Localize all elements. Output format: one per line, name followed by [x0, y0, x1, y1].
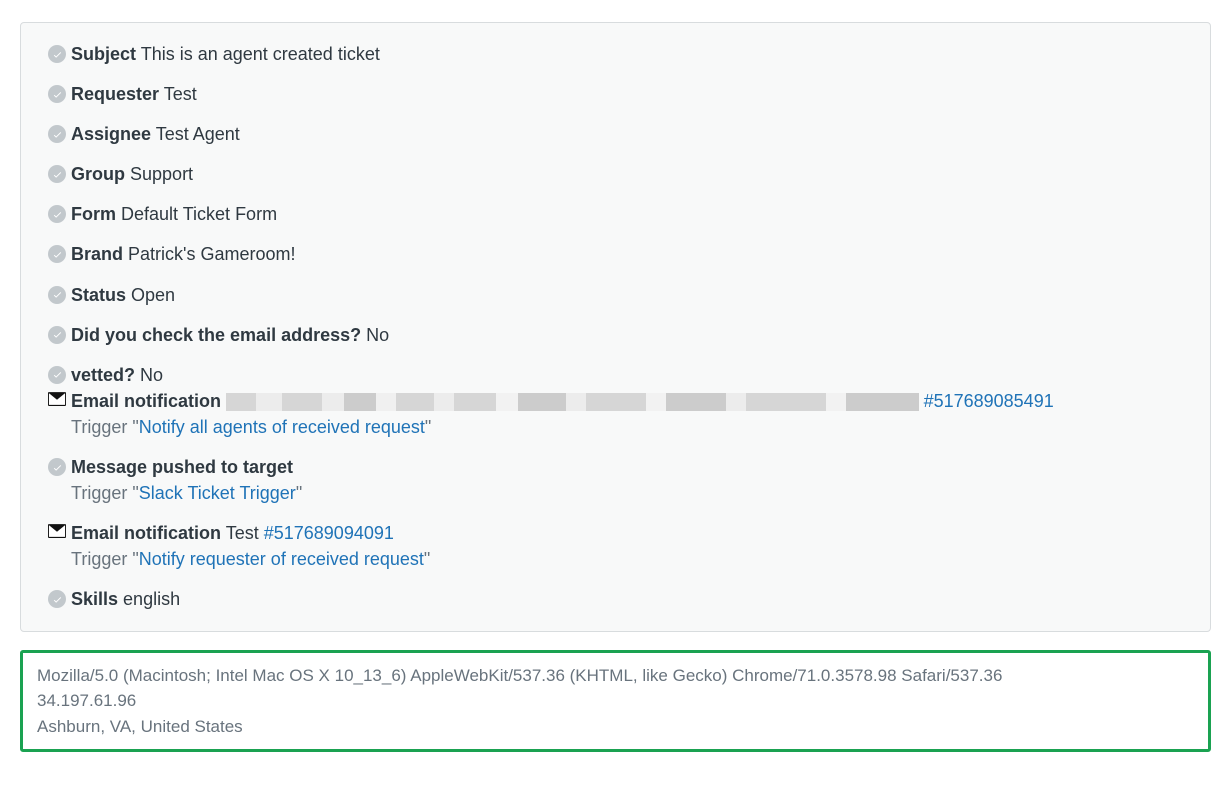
event-label: Brand — [71, 244, 123, 264]
trigger-prefix: Trigger " — [71, 549, 139, 569]
ticket-id-link-2[interactable]: #517689094091 — [264, 523, 394, 543]
event-field-row: Requester Test — [43, 81, 1188, 107]
mail-icon — [48, 524, 66, 538]
event-label: Status — [71, 285, 126, 305]
event-email-notification-1: Email notification #517689085491 Trigger… — [43, 388, 1188, 440]
event-value: Test — [226, 523, 259, 543]
check-icon — [48, 205, 66, 223]
event-field-row: Subject This is an agent created ticket — [43, 41, 1188, 67]
event-label: Form — [71, 204, 116, 224]
check-icon — [48, 245, 66, 263]
trigger-suffix: " — [296, 483, 302, 503]
event-value: Test — [164, 84, 197, 104]
event-label: Message pushed to target — [71, 457, 293, 477]
event-label: Requester — [71, 84, 159, 104]
ticket-id-link-1[interactable]: #517689085491 — [924, 391, 1054, 411]
event-value: Open — [131, 285, 175, 305]
event-label: Subject — [71, 44, 136, 64]
check-icon — [48, 590, 66, 608]
event-value: english — [123, 589, 180, 609]
trigger-suffix: " — [425, 417, 431, 437]
event-label: Email notification — [71, 391, 221, 411]
event-field-row: Brand Patrick's Gameroom! — [43, 241, 1188, 267]
trigger-link-notify-all-agents[interactable]: Notify all agents of received request — [139, 417, 425, 437]
event-field-row: Form Default Ticket Form — [43, 201, 1188, 227]
event-field-row: Assignee Test Agent — [43, 121, 1188, 147]
event-label: Group — [71, 164, 125, 184]
event-label: Email notification — [71, 523, 221, 543]
trigger-suffix: " — [424, 549, 430, 569]
trigger-link-slack[interactable]: Slack Ticket Trigger — [139, 483, 296, 503]
trigger-prefix: Trigger " — [71, 483, 139, 503]
event-value: Default Ticket Form — [121, 204, 277, 224]
trigger-link-notify-requester[interactable]: Notify requester of received request — [139, 549, 424, 569]
request-meta-box: Mozilla/5.0 (Macintosh; Intel Mac OS X 1… — [20, 650, 1211, 753]
event-value: No — [366, 325, 389, 345]
event-label: Skills — [71, 589, 118, 609]
check-icon — [48, 326, 66, 344]
event-email-notification-2: Email notification Test #517689094091 Tr… — [43, 520, 1188, 572]
event-value: Test Agent — [156, 124, 240, 144]
check-icon — [48, 85, 66, 103]
mail-icon — [48, 392, 66, 406]
event-field-row: Group Support — [43, 161, 1188, 187]
check-icon — [48, 458, 66, 476]
check-icon — [48, 165, 66, 183]
redacted-recipients — [226, 393, 919, 411]
event-field-row: Status Open — [43, 282, 1188, 308]
event-value: Support — [130, 164, 193, 184]
ip-address-text: 34.197.61.96 — [37, 688, 1194, 714]
event-label: Assignee — [71, 124, 151, 144]
location-text: Ashburn, VA, United States — [37, 714, 1194, 740]
event-value: Patrick's Gameroom! — [128, 244, 295, 264]
check-icon — [48, 45, 66, 63]
event-label: Did you check the email address? — [71, 325, 361, 345]
event-field-row: Did you check the email address? No — [43, 322, 1188, 348]
event-skills: Skills english — [43, 586, 1188, 612]
check-icon — [48, 366, 66, 384]
ticket-audit-panel: Subject This is an agent created ticket R… — [20, 22, 1211, 632]
trigger-prefix: Trigger " — [71, 417, 139, 437]
event-field-row: vetted? No — [43, 362, 1188, 388]
event-label: vetted? — [71, 365, 135, 385]
check-icon — [48, 286, 66, 304]
event-value: No — [140, 365, 163, 385]
check-icon — [48, 125, 66, 143]
event-message-pushed: Message pushed to target Trigger "Slack … — [43, 454, 1188, 506]
user-agent-text: Mozilla/5.0 (Macintosh; Intel Mac OS X 1… — [37, 663, 1194, 689]
event-value: This is an agent created ticket — [141, 44, 380, 64]
